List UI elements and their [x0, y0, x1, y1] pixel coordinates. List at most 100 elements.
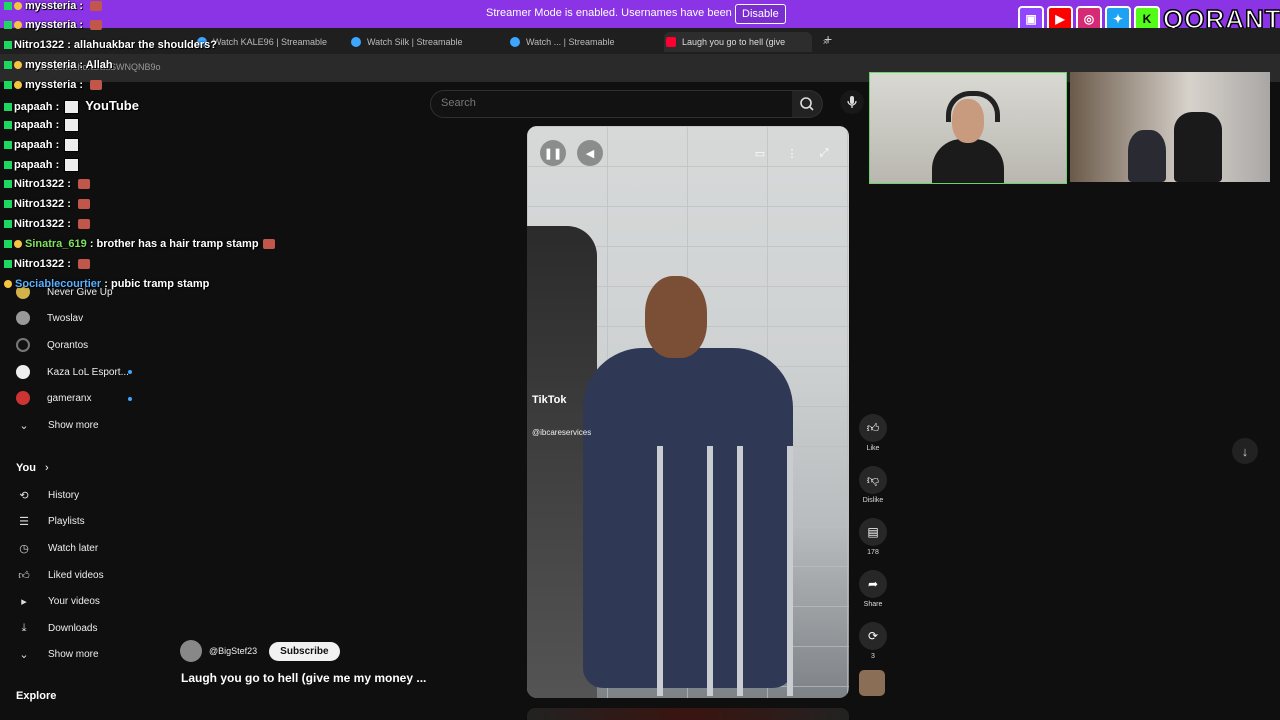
sidebar-item-label: Show more	[48, 419, 99, 431]
emote-icon	[90, 80, 103, 91]
short-title[interactable]: Laugh you go to hell (give me my money .…	[181, 671, 426, 685]
tiktok-handle: @ibcareservices	[532, 428, 592, 437]
sidebar-item-downloads[interactable]: ⤓ Downloads	[16, 618, 98, 638]
sidebar-item-your-videos[interactable]: ▸ Your videos	[16, 591, 100, 611]
emote-icon	[77, 199, 90, 210]
subscribe-button[interactable]: Subscribe	[269, 641, 340, 661]
webcam-person	[932, 139, 1004, 183]
badge-icon	[14, 2, 22, 11]
arrow-down-icon: ↓	[1241, 443, 1249, 459]
browser-tab-active[interactable]: Laugh you go to hell (give ×	[664, 32, 828, 52]
pause-icon: ❚❚	[543, 147, 563, 160]
search-button[interactable]	[792, 90, 823, 118]
sidebar-item-twoslav[interactable]: Twoslav	[16, 308, 83, 328]
pause-button[interactable]: ❚❚	[540, 140, 566, 166]
sidebar-item-qorantos[interactable]: Qorantos	[16, 335, 88, 355]
badge-icon	[4, 200, 12, 209]
webcam-person	[1128, 130, 1166, 182]
sound-thumbnail[interactable]	[859, 670, 885, 696]
voice-search-button[interactable]	[840, 90, 864, 114]
channel-name[interactable]: @BigStef23	[209, 646, 257, 656]
dislike-label: Dislike	[862, 497, 884, 504]
search-input[interactable]: Search	[430, 90, 794, 118]
avatar	[16, 365, 30, 379]
chat-message: myssteria : Allah	[4, 59, 113, 71]
remix-button[interactable]: ⟳ 3	[858, 622, 888, 660]
chat-username: myssteria	[25, 19, 77, 31]
sidebar-explore-header: Explore	[16, 690, 56, 702]
emote-icon	[77, 219, 90, 230]
dislike-button[interactable]: 👎︎ Dislike	[858, 466, 888, 504]
chat-username: Nitro1322	[14, 258, 65, 270]
chat-text: pubic tramp stamp	[110, 278, 210, 290]
webcam-overlay-guest	[1070, 72, 1270, 182]
fullscreen-icon: ⤢	[819, 146, 829, 159]
emote-icon	[64, 138, 80, 152]
chat-username: papaah	[14, 118, 53, 131]
share-button[interactable]: ➦ Share	[858, 570, 888, 608]
volume-icon: ◀	[585, 147, 595, 160]
sidebar-item-kaza-lol[interactable]: Kaza LoL Esport...	[16, 362, 129, 382]
thumbs-up-icon: 👍︎	[859, 414, 887, 442]
chat-message: Nitro1322 :	[4, 198, 90, 210]
comments-count: 178	[867, 549, 879, 556]
shorts-video-player[interactable]: TikTok @ibcareservices ❚❚ ◀ ▭ ⋮ ⤢	[527, 126, 849, 698]
disable-streamer-mode-button[interactable]: Disable	[735, 4, 786, 24]
chevron-right-icon: ›	[45, 462, 49, 474]
chat-message: Sociablecourtier : pubic tramp stamp	[4, 278, 209, 290]
browser-tab[interactable]: Watch Silk | Streamable ×	[349, 32, 515, 52]
emote-icon	[262, 239, 275, 250]
chat-username: myssteria	[25, 0, 77, 12]
chat-message: myssteria :	[4, 79, 103, 91]
sidebar-item-label: Your videos	[48, 595, 100, 607]
tab-label: Watch ... | Streamable	[526, 37, 615, 47]
video-frame-crutch	[787, 446, 793, 696]
share-label: Share	[863, 601, 883, 608]
sidebar-item-history[interactable]: ⟲ History	[16, 485, 79, 505]
emote-icon	[90, 20, 103, 31]
youtube-favicon-icon	[666, 37, 676, 47]
fullscreen-button[interactable]: ⤢	[811, 140, 837, 166]
captions-icon: ▭	[754, 147, 766, 160]
chat-username: myssteria	[25, 59, 77, 71]
emote-icon	[77, 259, 90, 270]
chat-message: papaah :	[4, 118, 80, 132]
sidebar-item-label: Twoslav	[47, 312, 84, 324]
section-heading: Explore	[16, 690, 57, 702]
avatar	[16, 338, 30, 352]
sidebar-item-watch-later[interactable]: ◷ Watch later	[16, 538, 98, 558]
history-icon: ⟲	[19, 489, 29, 502]
like-button[interactable]: 👍︎ Like	[858, 414, 888, 452]
chat-message: Nitro1322 :	[4, 258, 90, 270]
new-tab-button[interactable]: +	[824, 31, 832, 47]
chat-text: brother has a hair tramp stamp	[96, 238, 259, 250]
chevron-down-icon: ⌄	[19, 419, 29, 432]
comments-button[interactable]: ▤ 178	[858, 518, 888, 556]
browser-tab[interactable]: Watch ... | Streamable ×	[508, 32, 674, 52]
youtube-logo[interactable]: YouTube	[85, 98, 139, 113]
sidebar-item-liked-videos[interactable]: 👍︎ Liked videos	[16, 565, 103, 585]
tab-label: Watch KALE96 | Streamable	[213, 37, 328, 47]
more-options-button[interactable]: ⋮	[779, 140, 805, 166]
video-frame-crutch	[737, 446, 743, 696]
browser-tab[interactable]: Watch KALE96 | Streamable ×	[195, 32, 359, 52]
download-icon: ⤓	[21, 621, 27, 634]
chat-text: allahuakbar the shoulders?	[73, 39, 217, 51]
sidebar-item-label: Kaza LoL Esport...	[47, 366, 129, 378]
chat-message: papaah : YouTube	[4, 98, 139, 115]
badge-icon	[4, 81, 12, 90]
captions-button[interactable]: ▭	[747, 140, 773, 166]
sidebar-item-gameranx[interactable]: gameranx	[16, 388, 91, 408]
volume-button[interactable]: ◀	[577, 140, 603, 166]
chat-message: papaah :	[4, 138, 80, 152]
sidebar-you-header[interactable]: You ›	[16, 462, 49, 474]
next-short-button[interactable]: ↓	[1232, 438, 1258, 464]
sidebar-item-label: Qorantos	[47, 339, 89, 351]
sidebar-item-playlists[interactable]: ☰ Playlists	[16, 511, 85, 531]
next-short-preview[interactable]	[527, 708, 849, 720]
badge-icon	[4, 141, 12, 149]
show-more-subscriptions-button[interactable]: ⌄ Show more	[16, 415, 99, 435]
channel-avatar[interactable]	[180, 640, 202, 662]
badge-icon	[14, 61, 22, 70]
show-more-you-button[interactable]: ⌄ Show more	[16, 644, 98, 664]
